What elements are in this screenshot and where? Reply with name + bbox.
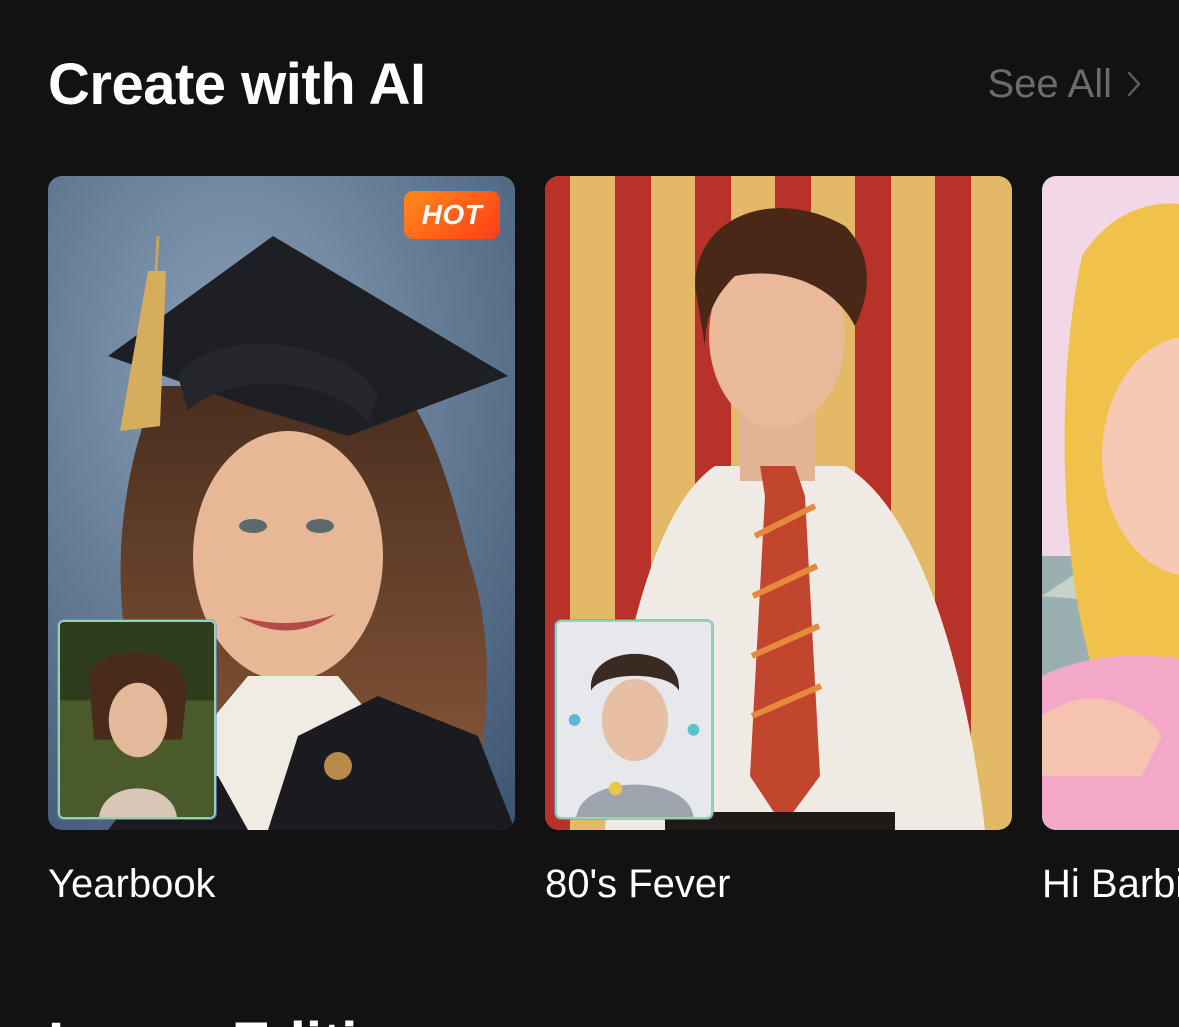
template-label: Hi Barbi — [1042, 862, 1179, 906]
hi-barbi-portrait-image — [1042, 176, 1179, 830]
template-preview-image — [1042, 176, 1179, 830]
section-header: Create with AI See All — [48, 48, 1141, 120]
input-photo-image — [60, 622, 214, 817]
chevron-right-icon — [1127, 71, 1141, 97]
template-label: Yearbook — [48, 862, 216, 906]
sample-input-thumbnail — [58, 620, 216, 819]
template-carousel[interactable]: HOT Yearbook 80's Fever Hi Barbi — [48, 176, 1179, 936]
next-section-title: Image Editing — [48, 1010, 428, 1027]
create-with-ai-screen: Create with AI See All HOT Yearbook 80's… — [0, 0, 1179, 1027]
section-title: Create with AI — [48, 51, 426, 117]
template-preview-image — [545, 176, 1012, 830]
template-preview-image: HOT — [48, 176, 515, 830]
hot-badge: HOT — [404, 191, 500, 239]
template-card-80s-fever[interactable]: 80's Fever — [545, 176, 1012, 916]
see-all-button[interactable]: See All — [987, 62, 1142, 107]
see-all-label: See All — [987, 61, 1112, 106]
template-label: 80's Fever — [545, 862, 731, 906]
input-photo-image — [557, 622, 711, 817]
template-card-yearbook[interactable]: HOT Yearbook — [48, 176, 515, 916]
sample-input-thumbnail — [555, 620, 713, 819]
template-card-hi-barbi[interactable]: Hi Barbi — [1042, 176, 1179, 916]
